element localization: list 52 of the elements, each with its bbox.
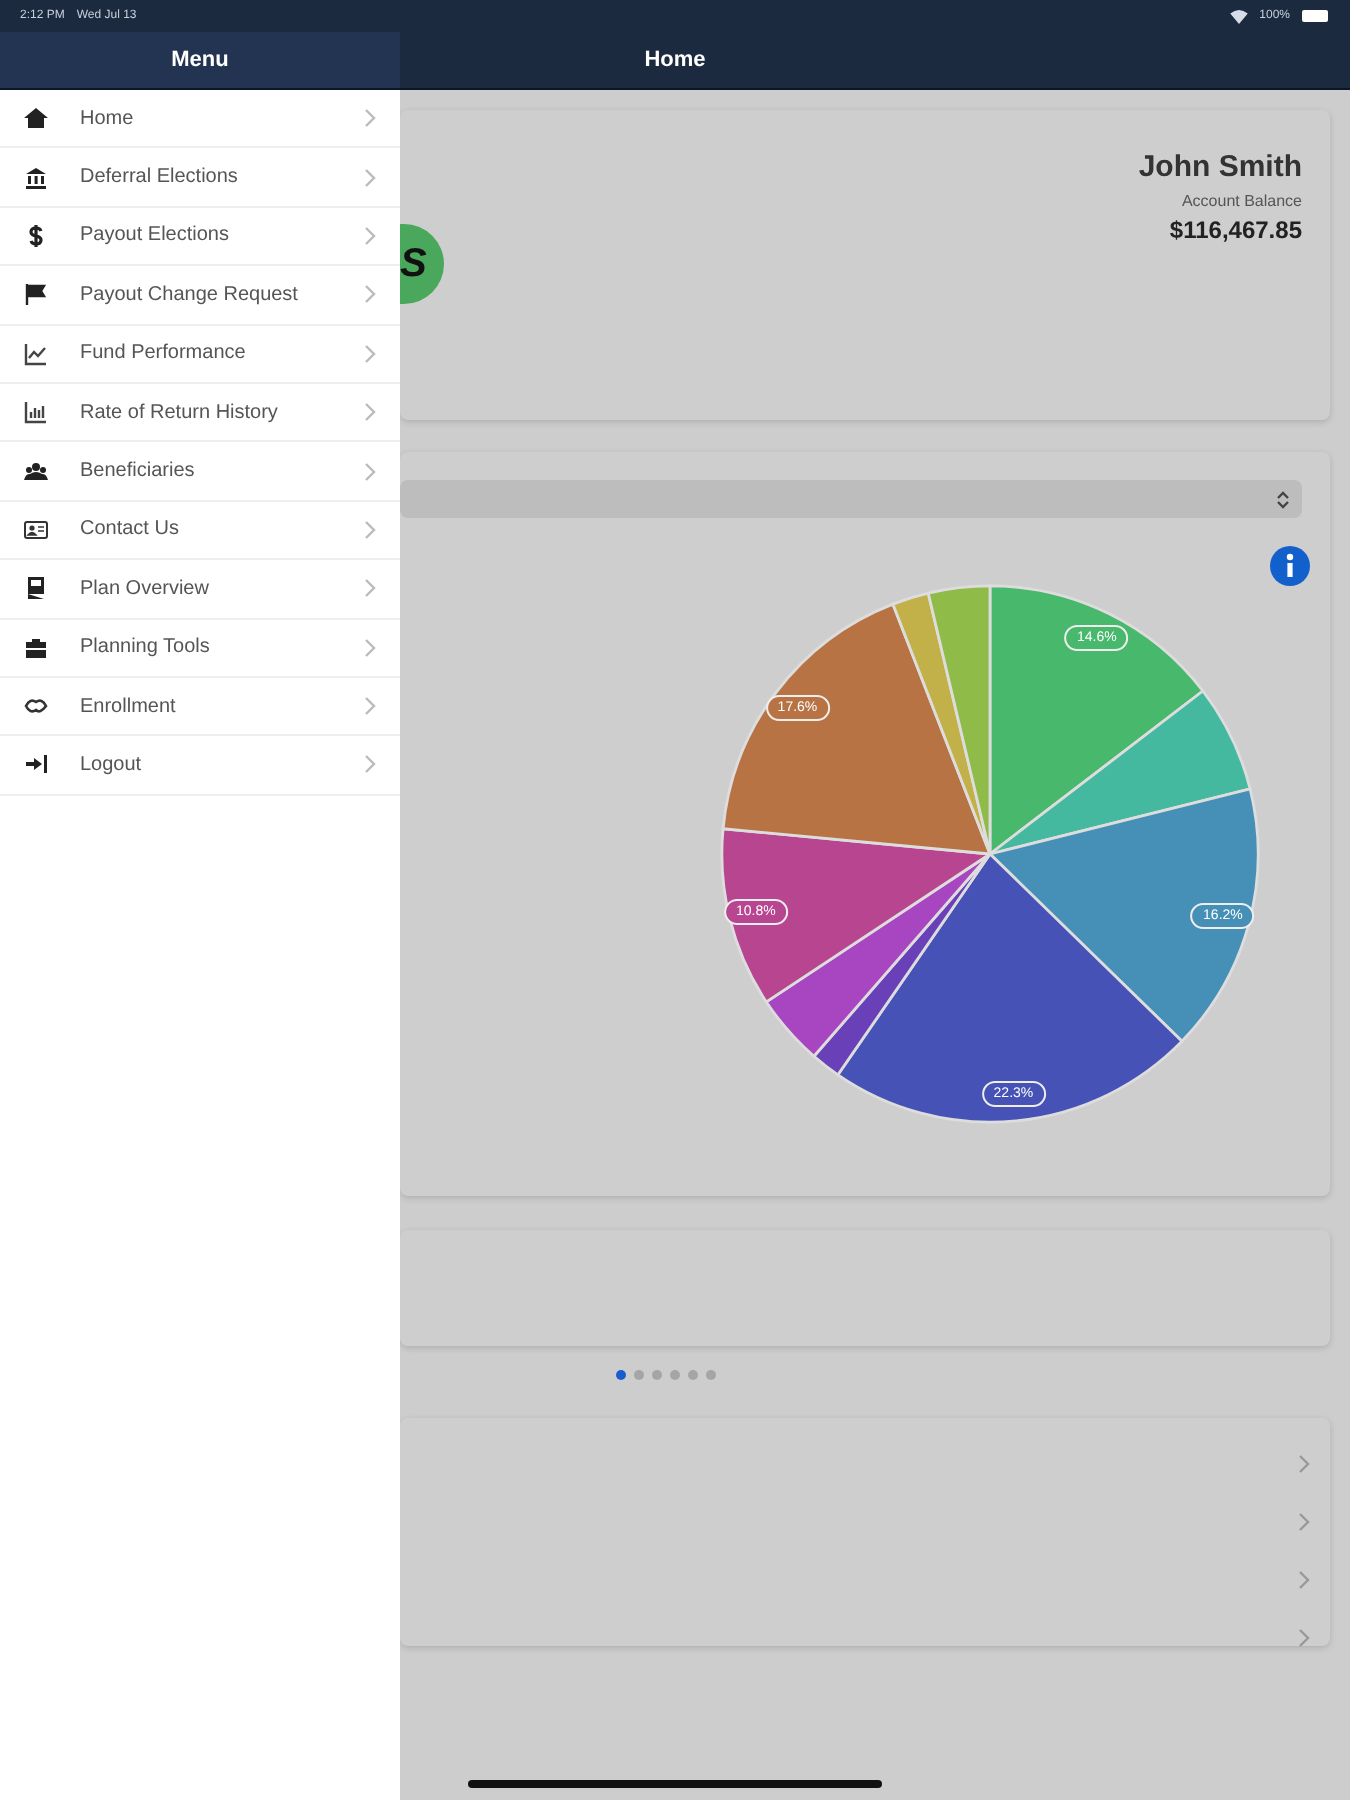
flag-icon xyxy=(24,282,48,307)
menu-item[interactable]: Contact Us xyxy=(0,501,400,561)
menu-item[interactable]: Planning Tools xyxy=(0,619,400,678)
home-icon xyxy=(24,106,48,131)
chevron-right-icon xyxy=(364,696,376,717)
menu-item[interactable]: Payout Change Request xyxy=(0,266,400,326)
account-name: John Smith xyxy=(1138,150,1302,184)
page-dot[interactable] xyxy=(652,1370,662,1380)
logout-icon xyxy=(24,752,48,777)
chevron-right-icon xyxy=(364,108,376,129)
book-icon xyxy=(24,576,48,601)
people-icon xyxy=(24,459,48,484)
menu-item[interactable]: Home xyxy=(0,90,400,149)
page-dot[interactable] xyxy=(688,1370,698,1380)
menu-item[interactable]: Plan Overview xyxy=(0,560,400,620)
logo-fragment: S xyxy=(400,224,444,304)
chevron-right-icon xyxy=(364,637,376,658)
fund-select[interactable] xyxy=(400,480,1302,518)
menu-item[interactable]: Rate of Return History xyxy=(0,383,400,443)
bank-icon xyxy=(24,165,48,190)
chevron-right-icon[interactable] xyxy=(1298,1569,1310,1589)
page-dot[interactable] xyxy=(616,1370,626,1380)
chevron-right-icon[interactable] xyxy=(1298,1627,1310,1647)
toolbox-icon xyxy=(24,635,48,660)
wifi-icon xyxy=(1229,9,1248,23)
chevron-right-icon xyxy=(364,519,376,540)
handshake-icon xyxy=(24,694,48,719)
chevron-right-icon xyxy=(364,343,376,364)
battery-icon xyxy=(1302,10,1330,22)
bar-chart-icon xyxy=(24,400,48,425)
info-icon[interactable] xyxy=(1270,546,1310,586)
balance-amount: $116,467.85 xyxy=(1169,216,1302,244)
line-chart-icon xyxy=(24,341,48,366)
page-dot[interactable] xyxy=(706,1370,716,1380)
updown-icon xyxy=(1276,489,1290,509)
chevron-right-icon xyxy=(364,284,376,305)
chevron-right-icon xyxy=(364,225,376,246)
contact-card-icon xyxy=(24,517,48,542)
dollar-icon xyxy=(24,223,48,248)
balance-label: Account Balance xyxy=(1181,192,1302,210)
chevron-right-icon xyxy=(364,578,376,599)
page-dot[interactable] xyxy=(634,1370,644,1380)
chevron-right-icon xyxy=(364,167,376,188)
page-title: Home xyxy=(642,48,708,72)
menu-item[interactable]: Beneficiaries xyxy=(0,442,400,502)
menu-title: Menu xyxy=(0,32,400,88)
chevron-right-icon xyxy=(364,754,376,775)
chevron-right-icon[interactable] xyxy=(1298,1453,1310,1473)
chevron-right-icon xyxy=(364,402,376,423)
page-dot[interactable] xyxy=(670,1370,680,1380)
chevron-right-icon xyxy=(364,461,376,482)
chevron-right-icon[interactable] xyxy=(1298,1511,1310,1531)
